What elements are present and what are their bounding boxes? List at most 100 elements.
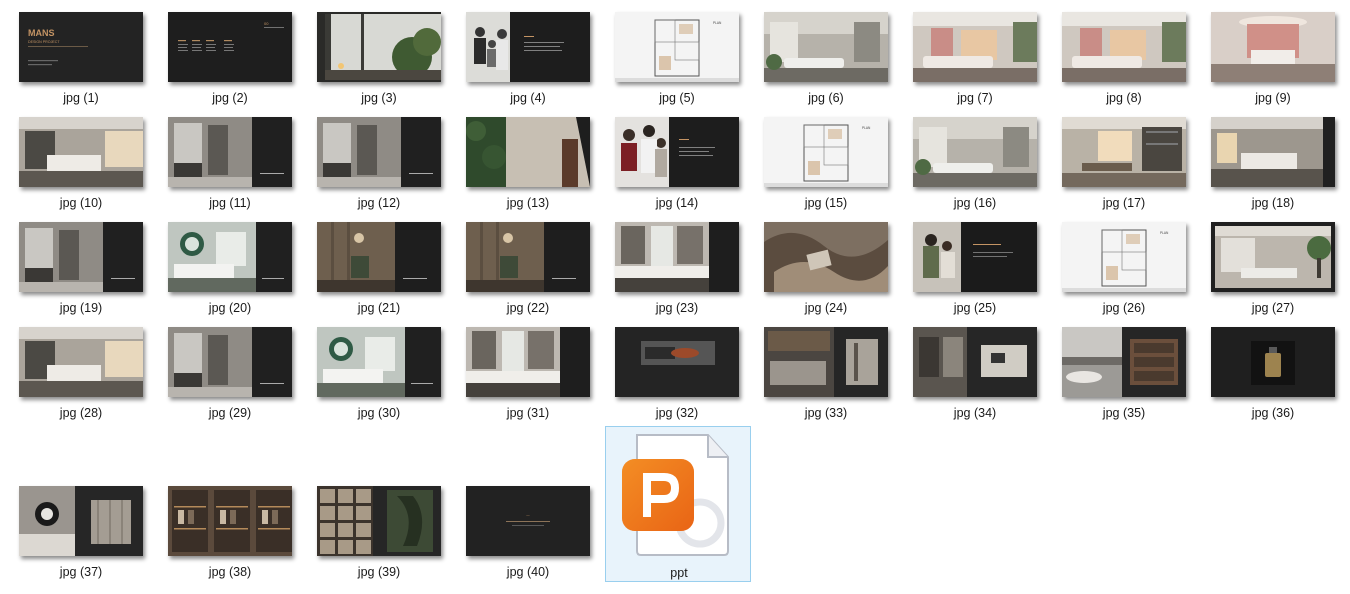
file-thumbnail — [19, 486, 143, 556]
thumbnail-text: PLAN — [713, 21, 722, 25]
file-name: jpg (15) — [804, 196, 848, 210]
file-item-jpg[interactable]: jpg (12) — [316, 116, 462, 216]
file-item-jpg[interactable]: 00 jpg (2) — [167, 11, 313, 111]
file-thumbnail — [1062, 327, 1186, 397]
file-name: jpg (19) — [59, 301, 103, 315]
file-item-jpg[interactable]: jpg (32) — [614, 326, 760, 426]
file-name: jpg (6) — [808, 91, 844, 105]
file-name: jpg (32) — [655, 406, 699, 420]
file-item-jpg[interactable]: jpg (10) — [18, 116, 164, 216]
file-name: jpg (1) — [63, 91, 99, 105]
file-item-jpg[interactable]: jpg (25) — [912, 221, 1058, 321]
file-item-jpg[interactable]: jpg (38) — [167, 485, 313, 585]
file-item-jpg[interactable]: jpg (24) — [763, 221, 909, 321]
thumbnail-text: DESIGN PROJECT — [28, 40, 60, 44]
file-thumbnail — [317, 222, 441, 292]
file-thumbnail — [317, 327, 441, 397]
thumbnail-text: 00 — [264, 21, 269, 26]
file-name: jpg (27) — [1251, 301, 1295, 315]
file-name: jpg (25) — [953, 301, 997, 315]
file-thumbnail — [317, 12, 441, 82]
file-name: jpg (34) — [953, 406, 997, 420]
file-item-jpg[interactable]: jpg (28) — [18, 326, 164, 426]
file-item-jpg[interactable]: PLAN jpg (15) — [763, 116, 909, 216]
file-name: jpg (4) — [510, 91, 546, 105]
file-item-jpg[interactable]: jpg (29) — [167, 326, 313, 426]
file-name: jpg (22) — [506, 301, 550, 315]
file-item-jpg[interactable]: PLAN jpg (26) — [1061, 221, 1207, 321]
file-item-jpg[interactable]: jpg (11) — [167, 116, 313, 216]
file-thumbnail — [764, 12, 888, 82]
file-thumbnail — [1211, 327, 1335, 397]
file-item-jpg[interactable]: jpg (13) — [465, 116, 611, 216]
file-item-jpg[interactable]: jpg (8) — [1061, 11, 1207, 111]
file-thumbnail — [168, 222, 292, 292]
file-name: jpg (5) — [659, 91, 695, 105]
file-name: jpg (13) — [506, 196, 550, 210]
file-item-jpg[interactable]: jpg (35) — [1061, 326, 1207, 426]
file-thumbnail — [615, 222, 739, 292]
file-item-jpg[interactable]: jpg (17) — [1061, 116, 1207, 216]
file-item-jpg[interactable]: jpg (16) — [912, 116, 1058, 216]
file-thumbnail — [168, 117, 292, 187]
file-item-jpg[interactable]: jpg (30) — [316, 326, 462, 426]
file-item-jpg[interactable]: jpg (27) — [1210, 221, 1350, 321]
wps-presentation-icon — [620, 433, 732, 562]
file-name: jpg (30) — [357, 406, 401, 420]
file-item-jpg[interactable]: jpg (19) — [18, 221, 164, 321]
file-item-jpg[interactable]: jpg (4) — [465, 11, 611, 111]
file-item-jpg[interactable]: jpg (22) — [465, 221, 611, 321]
file-name: jpg (28) — [59, 406, 103, 420]
file-thumbnail — [1062, 12, 1186, 82]
file-item-jpg[interactable]: jpg (6) — [763, 11, 909, 111]
file-name: jpg (7) — [957, 91, 993, 105]
file-thumbnail: PLAN — [1062, 222, 1186, 292]
file-item-jpg[interactable]: jpg (18) — [1210, 116, 1350, 216]
file-item-jpg[interactable]: jpg (7) — [912, 11, 1058, 111]
file-thumbnail — [466, 117, 590, 187]
file-thumbnail: PLAN — [615, 12, 739, 82]
file-name: jpg (9) — [1255, 91, 1291, 105]
file-thumbnail — [19, 117, 143, 187]
file-name: jpg (35) — [1102, 406, 1146, 420]
file-thumbnail: MANS DESIGN PROJECT — [19, 12, 143, 82]
file-name: jpg (33) — [804, 406, 848, 420]
file-thumbnail — [168, 486, 292, 556]
file-name: jpg (18) — [1251, 196, 1295, 210]
file-item-jpg[interactable]: jpg (3) — [316, 11, 462, 111]
file-item-jpg[interactable]: PLAN jpg (5) — [614, 11, 760, 111]
file-item-jpg[interactable]: jpg (21) — [316, 221, 462, 321]
file-thumbnail — [19, 222, 143, 292]
file-item-jpg[interactable]: jpg (9) — [1210, 11, 1350, 111]
file-name: jpg (29) — [208, 406, 252, 420]
file-item-jpg[interactable]: jpg (36) — [1210, 326, 1350, 426]
file-item-ppt[interactable]: ppt — [605, 426, 751, 582]
file-name: jpg (11) — [209, 196, 251, 210]
file-name: jpg (40) — [506, 565, 550, 579]
file-item-jpg[interactable]: — jpg (40) — [465, 485, 611, 585]
file-item-jpg[interactable]: jpg (20) — [167, 221, 313, 321]
file-item-jpg[interactable]: jpg (37) — [18, 485, 164, 585]
file-name: jpg (26) — [1102, 301, 1146, 315]
file-name: jpg (10) — [59, 196, 103, 210]
file-item-jpg[interactable]: jpg (33) — [763, 326, 909, 426]
file-thumbnail — [466, 327, 590, 397]
file-name: jpg (39) — [357, 565, 401, 579]
thumbnail-text: PLAN — [1160, 231, 1169, 235]
file-thumbnail: PLAN — [764, 117, 888, 187]
file-item-jpg[interactable]: jpg (14) — [614, 116, 760, 216]
file-name: jpg (12) — [357, 196, 401, 210]
file-thumbnail — [1211, 117, 1335, 187]
file-thumbnail — [317, 117, 441, 187]
thumbnail-text: MANS — [28, 28, 55, 38]
file-name: ppt — [670, 566, 688, 580]
file-item-jpg[interactable]: MANS DESIGN PROJECT jpg (1) — [18, 11, 164, 111]
file-thumbnail — [317, 486, 441, 556]
file-item-jpg[interactable]: jpg (31) — [465, 326, 611, 426]
file-thumbnail — [913, 327, 1037, 397]
file-item-jpg[interactable]: jpg (34) — [912, 326, 1058, 426]
file-item-jpg[interactable]: jpg (23) — [614, 221, 760, 321]
file-name: jpg (24) — [804, 301, 848, 315]
file-item-jpg[interactable]: jpg (39) — [316, 485, 462, 585]
file-thumbnail — [1211, 12, 1335, 82]
